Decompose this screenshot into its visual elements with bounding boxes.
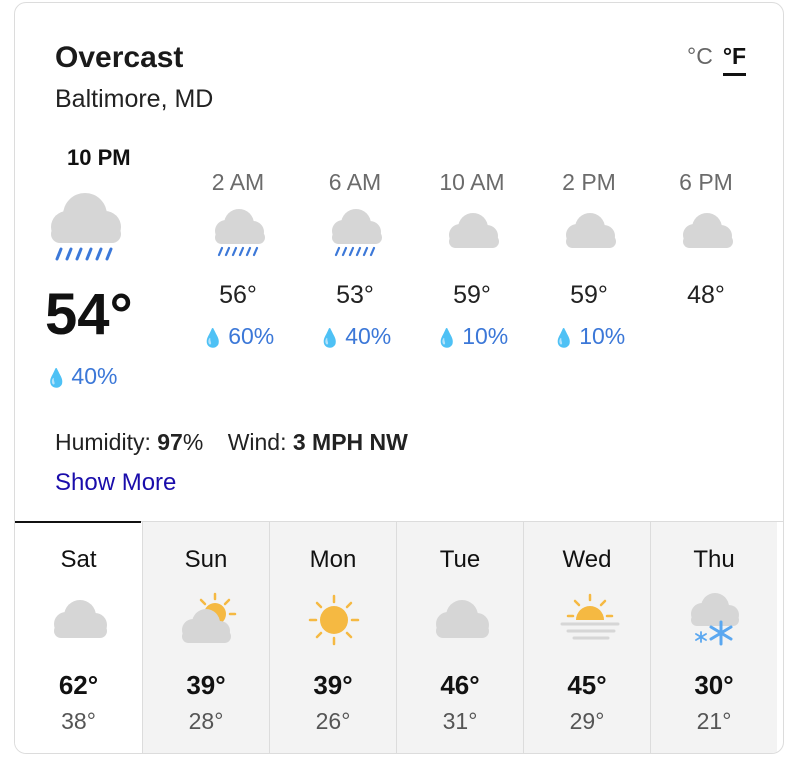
day-high: 45° <box>567 670 607 700</box>
humidity-value: 97 <box>157 429 183 455</box>
cloud-rain-icon <box>51 193 121 261</box>
day-name: Sat <box>60 546 97 573</box>
cloud-icon <box>54 600 107 638</box>
day-name: Thu <box>693 546 735 573</box>
day-name: Mon <box>309 546 357 573</box>
humidity-label: Humidity: <box>55 429 151 455</box>
hour-precip: 💧 60% <box>201 323 275 349</box>
cloud-icon <box>436 600 489 638</box>
wind-label: Wind: <box>227 429 287 455</box>
raindrop-icon: 💧 <box>201 328 225 348</box>
hour-temp: 56° <box>219 281 257 309</box>
day-high: 39° <box>186 670 226 700</box>
raindrop-icon: 💧 <box>435 328 459 348</box>
cloud-rain-icon <box>215 209 265 257</box>
cloud-snow-icon <box>691 593 739 646</box>
day-high: 46° <box>440 670 480 700</box>
sun-icon <box>308 594 360 646</box>
hourly-item: 10 AM 59° 💧 10% <box>412 169 532 349</box>
cloud-icon <box>566 213 616 248</box>
hour-temp: 59° <box>570 281 608 309</box>
cloud-icon <box>449 213 499 248</box>
hourly-item-now: 10 PM 54° 💧 40% <box>33 145 153 389</box>
cloud-rain-icon <box>332 209 382 257</box>
hour-time: 10 PM <box>67 145 131 170</box>
hour-temp: 59° <box>453 281 491 309</box>
day-low: 31° <box>442 708 478 734</box>
hour-time: 2 AM <box>211 169 265 195</box>
location-label: Baltimore, MD <box>55 85 214 113</box>
hour-temp: 54° <box>45 282 133 347</box>
celsius-toggle[interactable]: °C <box>687 43 713 69</box>
hour-precip: 💧 40% <box>45 363 118 389</box>
day-name: Sun <box>184 546 228 573</box>
partly-cloudy-icon <box>182 592 237 643</box>
raindrop-icon: 💧 <box>45 368 68 388</box>
wind-value: 3 MPH NW <box>292 429 408 455</box>
daily-forecast: Sat 62° 38° Sun 39° 28° Mon 39° 26° Tue … <box>15 521 783 753</box>
day-low: 38° <box>61 708 96 734</box>
day-high: 39° <box>313 670 353 700</box>
day-tab-thu[interactable]: Thu 30° 21° <box>650 522 777 753</box>
hourly-item: 2 AM 56° 💧 60% <box>178 169 298 349</box>
weather-details: Humidity: 97% Wind: 3 MPH NW <box>55 429 408 456</box>
day-low: 29° <box>569 708 605 734</box>
day-high: 62° <box>58 670 99 700</box>
hourly-item: 2 PM 59° 💧 10% <box>529 169 649 349</box>
hourly-item: 6 AM 53° 💧 40% <box>295 169 415 349</box>
raindrop-icon: 💧 <box>318 328 342 348</box>
humidity-unit: % <box>182 429 204 455</box>
hour-temp: 48° <box>687 281 725 309</box>
unit-toggle: °C °F <box>687 43 747 76</box>
day-low: 28° <box>188 708 224 734</box>
sun-fog-icon <box>560 593 620 640</box>
day-tab-wed[interactable]: Wed 45° 29° <box>523 522 650 753</box>
show-more-link[interactable]: Show More <box>55 469 176 497</box>
weather-card: Overcast Baltimore, MD °C °F 10 PM 54° 💧 4… <box>14 2 784 754</box>
cloud-icon <box>683 213 733 248</box>
day-low: 26° <box>315 708 351 734</box>
day-tab-tue[interactable]: Tue 46° 31° <box>396 522 523 753</box>
hour-time: 10 AM <box>439 169 505 195</box>
raindrop-icon: 💧 <box>552 328 576 348</box>
hour-time: 6 AM <box>328 169 382 195</box>
day-name: Wed <box>562 546 612 573</box>
hour-precip: 💧 10% <box>435 323 509 349</box>
hour-time: 2 PM <box>562 169 616 195</box>
day-tab-sat[interactable]: Sat 62° 38° <box>15 521 142 753</box>
day-low: 21° <box>696 708 732 734</box>
hour-precip: 💧 10% <box>552 323 626 349</box>
fahrenheit-toggle[interactable]: °F <box>722 43 747 76</box>
hour-temp: 53° <box>336 281 374 309</box>
hour-time: 6 PM <box>679 169 733 195</box>
day-name: Tue <box>439 546 481 573</box>
hour-precip: 💧 40% <box>318 323 392 349</box>
day-high: 30° <box>694 670 734 700</box>
current-condition: Overcast <box>55 41 184 74</box>
hourly-item: 6 PM 48° <box>646 169 766 309</box>
day-tab-mon[interactable]: Mon 39° 26° <box>269 522 396 753</box>
day-tab-sun[interactable]: Sun 39° 28° <box>142 522 269 753</box>
